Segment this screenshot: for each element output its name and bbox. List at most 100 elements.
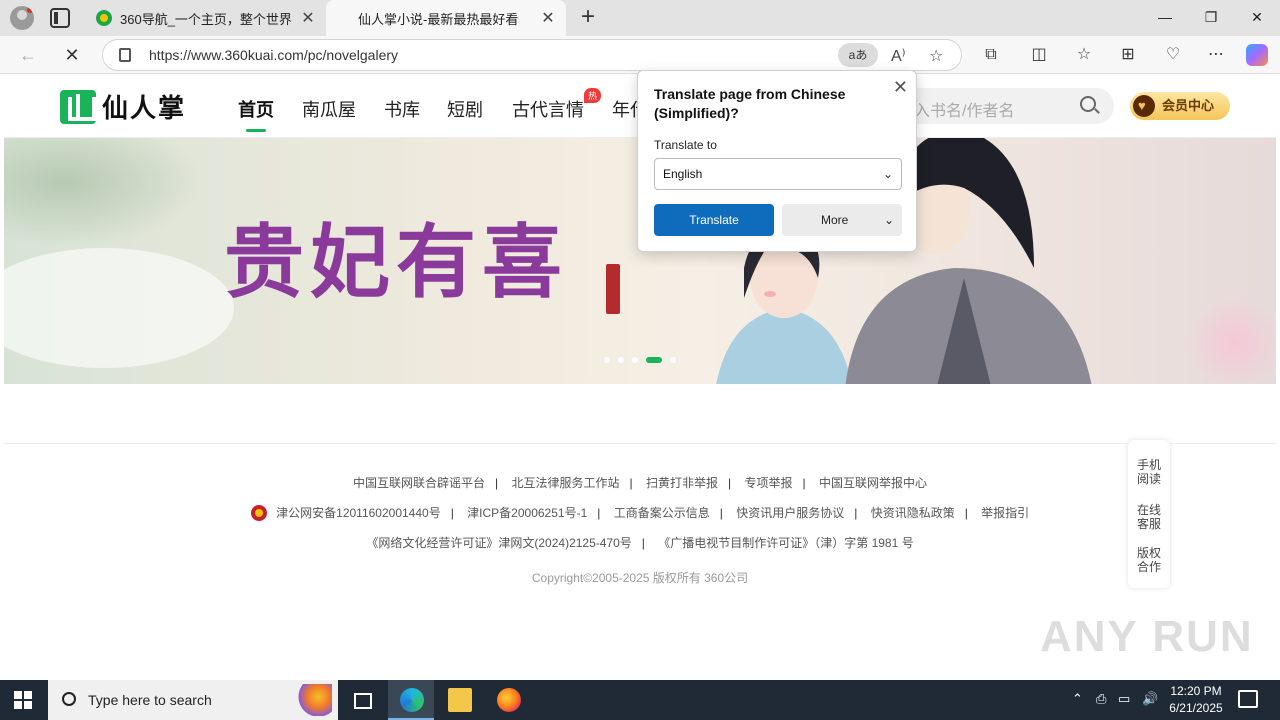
carousel-indicators [604,357,676,363]
popup-close-icon[interactable]: ✕ [893,77,908,98]
floating-sidebar: 手机 阅读 在线 客服 版权 合作 [1128,440,1170,588]
footer-link[interactable]: 快资讯用户服务协议 [736,506,844,520]
banner-tree [4,138,204,248]
read-aloud-icon[interactable]: A⁾ [891,46,906,66]
nav-home[interactable]: 首页 [238,96,274,132]
show-hidden-icons-icon[interactable]: ⌃ [1072,691,1083,707]
translate-popup: Translate page from Chinese (Simplified)… [637,70,917,252]
carousel-dot[interactable] [670,357,676,363]
translate-button[interactable]: Translate [654,204,774,236]
chevron-down-icon: ⌄ [882,167,893,181]
footer-link[interactable]: 扫黄打非举报 [646,476,718,490]
split-screen-icon[interactable]: ◫ [1029,45,1049,65]
firefox-icon[interactable] [497,688,521,712]
close-window-button[interactable]: ✕ [1234,0,1280,36]
translate-popup-title: Translate page from Chinese (Simplified)… [654,86,846,121]
settings-more-icon[interactable]: ⋯ [1206,45,1226,65]
task-view-icon[interactable] [350,688,374,712]
copilot-icon[interactable] [1246,44,1268,66]
footer-link[interactable]: 工商备案公示信息 [614,506,710,520]
police-badge-icon [250,505,267,521]
extensions-icon[interactable]: ⧉ [981,45,1001,65]
tab-close-icon[interactable]: ✕ [296,8,320,28]
footer-link[interactable]: 快资讯隐私政策 [871,506,955,520]
edge-browser-icon[interactable] [400,688,424,712]
carousel-dot-active[interactable] [646,357,662,363]
copyright-text: Copyright©2005-2025 版权所有 360公司 [531,571,749,585]
clock-time: 12:20 PM [1170,684,1222,698]
address-bar[interactable]: https://www.360kuai.com/pc/novelgalery a… [102,39,962,71]
more-label: More [821,213,849,227]
notifications-icon[interactable] [1238,690,1258,708]
360-favicon-icon [96,10,112,26]
footer-links-row-2: 津公网安备12011602001440号 | 津ICP备20006251号-1 | … [4,504,1276,521]
tab-360-nav[interactable]: 360导航_一个主页，整个世界 ✕ [86,0,326,36]
tab-bar: 360导航_一个主页，整个世界 ✕ 仙人掌小说-最新最热最好看 ✕ + — ❐ … [0,0,1280,36]
nav-ancient-romance[interactable]: 古代言情 [512,96,584,122]
anyrun-watermark: ANY RUN [1040,612,1254,661]
selected-language: English [663,167,703,181]
sidebar-copyright-coop[interactable]: 版权 合作 [1128,546,1170,574]
banner-blossom [1184,298,1276,384]
banner-seal-icon [606,264,620,314]
favorites-icon[interactable]: ☆ [1074,45,1094,65]
url-text[interactable]: https://www.360kuai.com/pc/novelgalery [149,47,398,63]
file-explorer-icon[interactable] [448,688,472,712]
notification-dot-icon [27,7,33,13]
stop-loading-icon[interactable]: ✕ [58,42,86,68]
collections-icon[interactable]: ⊞ [1118,45,1138,65]
browser-essentials-icon[interactable]: ♡ [1163,45,1183,65]
restore-button[interactable]: ❐ [1188,0,1234,36]
footer-link[interactable]: 中国互联网联合辟谣平台 [353,476,485,490]
search-icon[interactable] [1080,96,1096,112]
footer-link[interactable]: 津公网安备12011602001440号 [276,506,441,520]
footer-link[interactable]: 中国互联网举报中心 [819,476,927,490]
favorite-star-icon[interactable]: ☆ [929,46,943,66]
windows-start-icon[interactable] [14,691,32,709]
vip-heart-icon [1133,92,1155,120]
cactus-logo-icon [60,89,96,124]
navigation-bar: ← ✕ https://www.360kuai.com/pc/novelgale… [0,36,1280,74]
system-clock[interactable]: 12:20 PM 6/21/2025 [1166,683,1226,717]
footer-license: 《广播电视节目制作许可证》（津）字第 1981 号 [658,536,914,550]
sidebar-mobile-read[interactable]: 手机 阅读 [1128,458,1170,486]
nav-library[interactable]: 书库 [384,96,420,122]
windows-taskbar: Type here to search ⌃ ⎙ ▭ 🔊 12:20 PM 6/2… [0,680,1280,720]
footer-link[interactable]: 北互法律服务工作站 [512,476,620,490]
vip-center-button[interactable]: 会员中心 [1130,92,1230,120]
footer-license: 《网络文化经营许可证》津网文(2024)2125-470号 [366,536,632,550]
nav-nanguawu[interactable]: 南瓜屋 [302,96,356,122]
search-box[interactable]: 入书名/作者名 [884,88,1114,124]
translate-page-icon[interactable]: aあ [838,43,878,67]
tab-close-icon[interactable]: ✕ [536,8,560,28]
sidebar-online-service[interactable]: 在线 客服 [1128,503,1170,531]
site-logo[interactable]: 仙人掌 [60,88,186,125]
sidebar-label: 合作 [1136,560,1161,574]
tab-actions-icon[interactable] [50,8,70,28]
sidebar-label: 阅读 [1136,472,1161,486]
footer-links-row-1: 中国互联网联合辟谣平台 | 北互法律服务工作站 | 扫黄打非举报 | 专项举报 | 中国… [353,476,927,490]
volume-icon[interactable]: 🔊 [1142,691,1158,707]
minimize-button[interactable]: — [1142,0,1188,36]
profile-avatar-icon[interactable] [10,6,34,30]
more-button[interactable]: More ⌄ [782,204,902,236]
tab-novel-site[interactable]: 仙人掌小说-最新最热最好看 ✕ [326,0,566,36]
search-input[interactable]: 入书名/作者名 [914,97,1014,121]
nav-short-drama[interactable]: 短剧 [447,96,483,122]
site-info-lock-icon[interactable] [119,48,131,62]
target-language-select[interactable]: English ⌄ [654,158,902,190]
network-icon[interactable]: ▭ [1118,691,1130,707]
site-footer: 中国互联网联合辟谣平台 | 北互法律服务工作站 | 扫黄打非举报 | 专项举报 | 中国… [4,443,1276,593]
new-tab-button[interactable]: + [576,4,600,32]
taskbar-search-box[interactable]: Type here to search [48,680,338,720]
taskbar-search-input[interactable]: Type here to search [88,692,212,708]
footer-link[interactable]: 举报指引 [981,506,1029,520]
logo-text: 仙人掌 [102,93,187,123]
footer-link[interactable]: 津ICP备20006251号-1 [467,506,587,520]
meet-now-icon[interactable]: ⎙ [1096,691,1106,707]
back-arrow-icon[interactable]: ← [14,42,42,68]
carousel-dot[interactable] [618,357,624,363]
footer-link[interactable]: 专项举报 [744,476,792,490]
carousel-dot[interactable] [632,357,638,363]
carousel-dot[interactable] [604,357,610,363]
